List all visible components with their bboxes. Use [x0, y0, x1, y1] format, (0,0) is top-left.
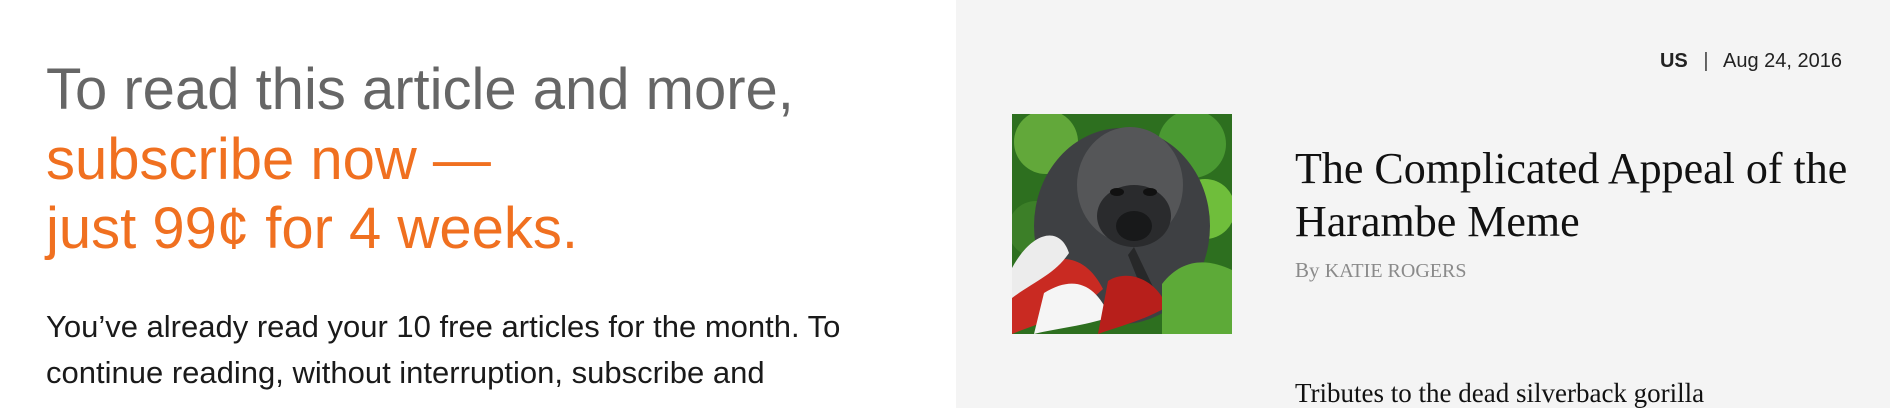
article-byline: By KATIE ROGERS: [1295, 258, 1466, 283]
subscription-offer-panel: To read this article and more, subscribe…: [0, 0, 956, 408]
free-articles-message: You’ve already read your 10 free article…: [46, 309, 841, 390]
subscription-paywall-page: To read this article and more, subscribe…: [0, 0, 1890, 408]
gorilla-mouth: [1116, 211, 1152, 241]
byline-author: KATIE ROGERS: [1324, 260, 1467, 282]
gorilla-image-graphic: [1012, 114, 1232, 334]
article-image: [1012, 114, 1232, 334]
gorilla-eye: [1143, 188, 1157, 196]
section-label: US: [1659, 50, 1688, 72]
headline-line-1: To read this article and more,: [46, 57, 794, 122]
subscribe-now-text: subscribe now —: [46, 127, 491, 192]
byline-prefix: By: [1295, 258, 1320, 282]
meta-separator: |: [1703, 50, 1709, 72]
article-date: Aug 24, 2016: [1723, 50, 1842, 72]
gorilla-eye: [1110, 188, 1124, 196]
article-title: The Complicated Appeal of the Harambe Me…: [1295, 144, 1848, 246]
article-meta: US | Aug 24, 2016: [1660, 50, 1842, 73]
article-preview-panel: US | Aug 24, 2016 The Complicated Appeal…: [956, 0, 1890, 408]
article-summary: Tributes to the dead silverback gorilla: [1295, 378, 1705, 408]
price-offer-text: just 99¢ for 4 weeks.: [46, 196, 578, 261]
